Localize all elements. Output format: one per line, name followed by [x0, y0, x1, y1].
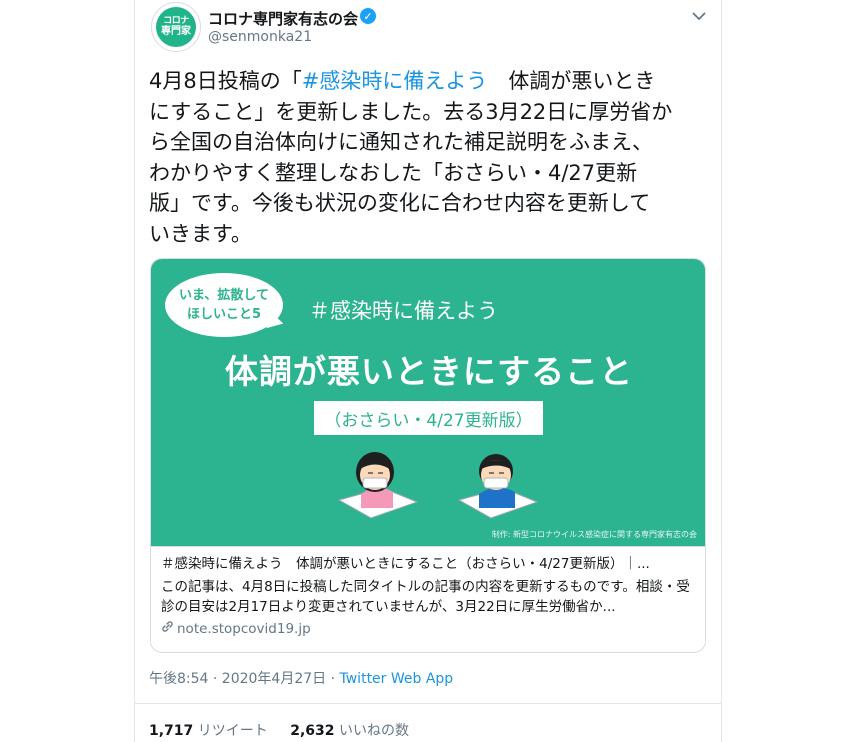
card-domain: note.stopcovid19.jp	[161, 620, 697, 637]
timestamp-text[interactable]: 午後8:54 · 2020年4月27日 ·	[149, 671, 340, 687]
hashtag-link[interactable]: #感染時に備えよう	[302, 69, 488, 93]
link-card[interactable]: いま、拡散して ほしいこと5 ＃感染時に備えよう 体調が悪いときにすること （お…	[150, 258, 706, 653]
avatar[interactable]: コロナ 専門家	[151, 2, 201, 52]
speech-bubble: いま、拡散して ほしいこと5	[165, 273, 283, 337]
like-stat[interactable]: 2,632 いいねの数	[290, 723, 409, 739]
link-icon	[161, 620, 174, 637]
like-count: 2,632	[290, 723, 335, 739]
source-app-link[interactable]: Twitter Web App	[340, 671, 454, 687]
avatar-logo: コロナ 専門家	[156, 7, 196, 47]
sick-person-girl-illustration	[337, 452, 419, 519]
display-name[interactable]: コロナ専門家有志の会	[208, 8, 358, 29]
tweet-text-after: 体調が悪いとき にすること」を更新しました。去る3月22日に厚労省か ら全国の自…	[149, 69, 673, 246]
avatar-line2: 専門家	[161, 26, 191, 37]
card-description: この記事は、4月8日に投稿した同タイトルの記事の内容を更新するものです。相談・受…	[161, 579, 690, 615]
bubble-line1: いま、拡散して	[178, 288, 270, 303]
card-title: ＃感染時に備えよう 体調が悪いときにすること（おさらい・4/27更新版）｜...	[161, 556, 650, 572]
like-label: いいねの数	[338, 723, 409, 739]
handle[interactable]: @senmonka21	[208, 29, 312, 45]
tweet-text: 4月8日投稿の「#感染時に備えよう 体調が悪いとき にすること」を更新しました。…	[149, 66, 705, 249]
retweet-stat[interactable]: 1,717 リツイート	[149, 723, 268, 739]
image-hashtag: ＃感染時に備えよう	[309, 299, 498, 323]
retweet-label: リツイート	[197, 723, 268, 739]
card-meta[interactable]: ＃感染時に備えよう 体調が悪いときにすること（おさらい・4/27更新版）｜...…	[151, 546, 705, 652]
bubble-line2: ほしいこと5	[186, 307, 262, 322]
divider	[134, 703, 722, 704]
image-title: 体調が悪いときにすること	[224, 352, 634, 391]
avatar-line1: コロナ	[163, 16, 189, 26]
tweet-stats: 1,717 リツイート 2,632 いいねの数	[149, 720, 427, 740]
card-image[interactable]: いま、拡散して ほしいこと5 ＃感染時に備えよう 体調が悪いときにすること （お…	[151, 259, 705, 546]
verified-icon: ✓	[360, 8, 376, 24]
tweet-timestamp: 午後8:54 · 2020年4月27日 · Twitter Web App	[149, 668, 453, 688]
sick-person-boy-illustration	[457, 454, 539, 519]
image-subtitle: （おさらい・4/27更新版）	[314, 401, 543, 435]
image-credit: 制作: 新型コロナウイルス感染症に関する専門家有志の会	[491, 530, 697, 539]
chevron-down-icon[interactable]	[690, 8, 708, 24]
card-domain-text: note.stopcovid19.jp	[177, 620, 311, 637]
retweet-count: 1,717	[149, 723, 194, 739]
tweet-text-before: 4月8日投稿の「	[149, 69, 302, 93]
